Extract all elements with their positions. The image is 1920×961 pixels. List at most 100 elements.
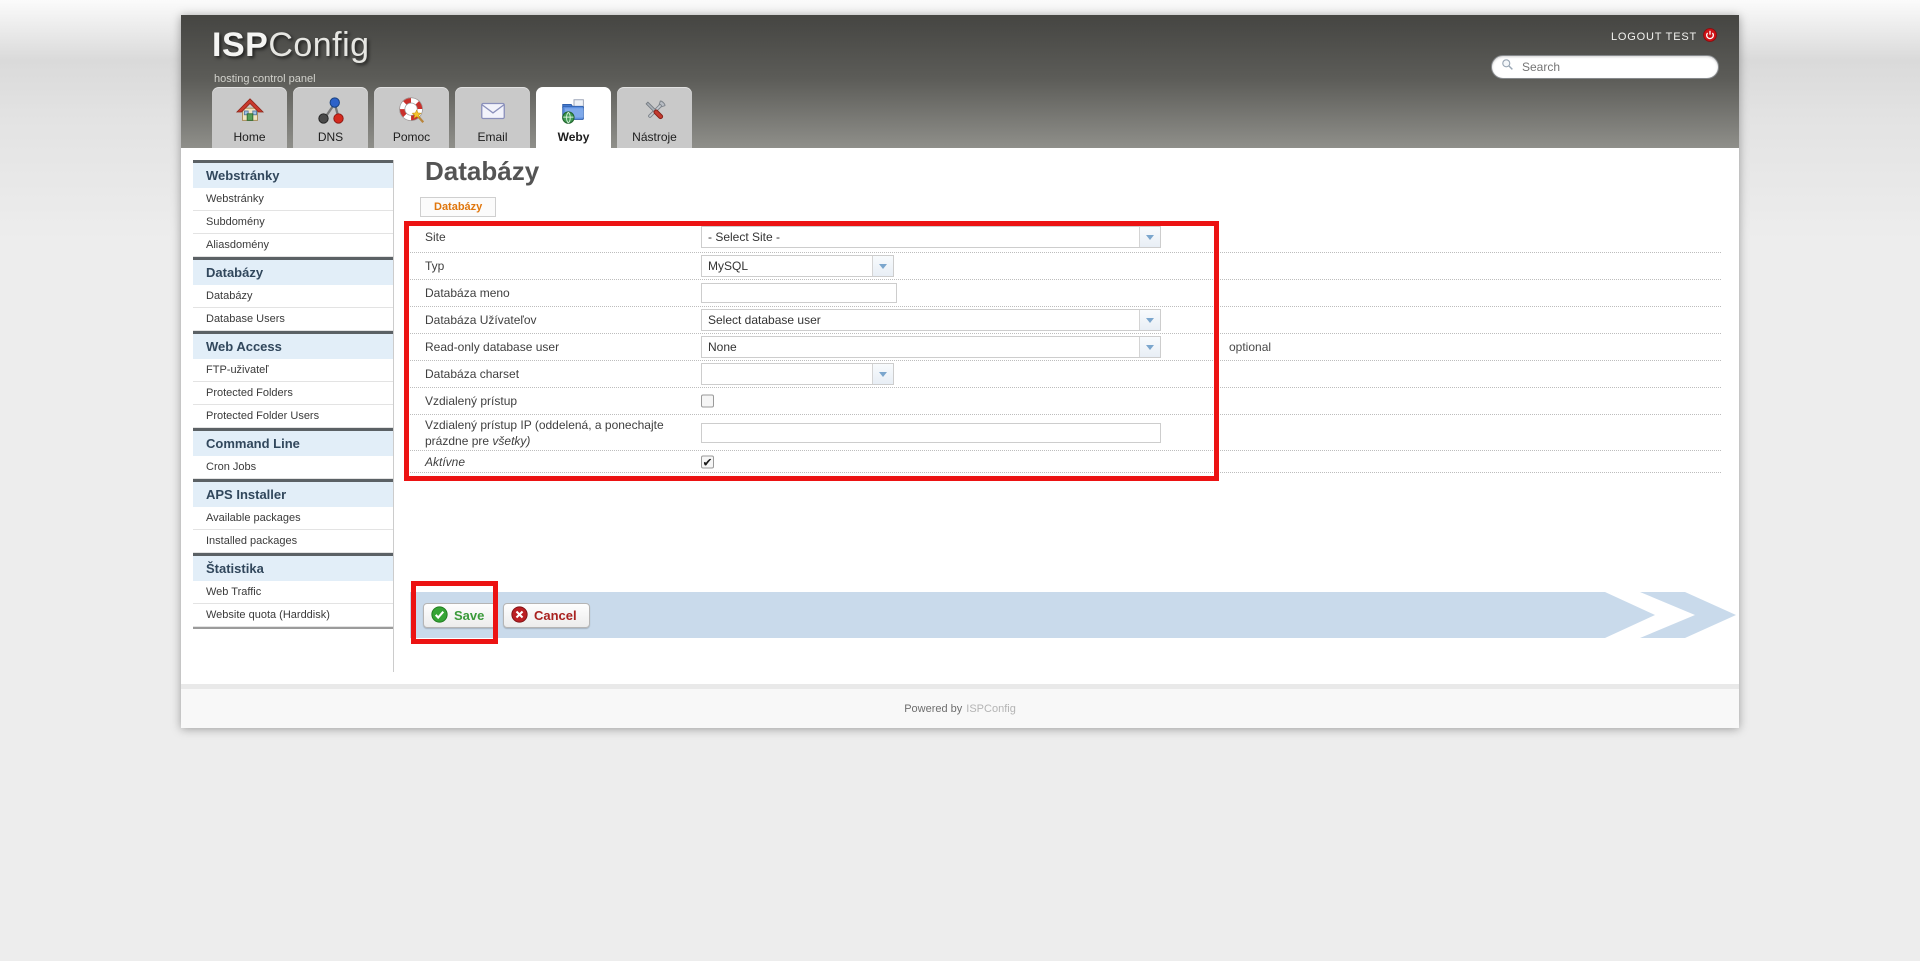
page-title: Databázy — [425, 156, 539, 187]
content-area: WebstránkyWebstránkySubdoményAliasdomény… — [181, 148, 1739, 684]
app-logo: ISPConfig — [212, 26, 370, 65]
main-tab-bar: Home DNS Pomoc Email Weby Nástroje — [212, 87, 692, 148]
field-label: Databáza Užívateľov — [425, 312, 693, 328]
select-value: - Select Site - — [702, 227, 1139, 247]
select-value — [702, 364, 872, 384]
sidebar-item-web-traffic[interactable]: Web Traffic — [193, 581, 393, 604]
sidebar-section-webstr-nky: Webstránky — [193, 160, 393, 188]
datab-za-charset-select[interactable] — [701, 363, 894, 385]
search-icon — [1501, 58, 1514, 76]
tab-email[interactable]: Email — [455, 87, 530, 148]
sidebar-item-datab-zy[interactable]: Databázy — [193, 285, 393, 308]
form-row-datab-za: Databáza meno — [410, 280, 1721, 307]
sidebar-item-webstr-nky[interactable]: Webstránky — [193, 188, 393, 211]
vzdialen-pr-stup-checkbox[interactable] — [701, 395, 714, 408]
save-button[interactable]: Save — [423, 603, 497, 628]
field-label: Databáza meno — [425, 285, 693, 301]
tab-label: DNS — [318, 130, 343, 144]
chevron-down-icon — [1139, 227, 1160, 247]
tab-dns[interactable]: DNS — [293, 87, 368, 148]
footer-brand: ISPConfig — [966, 703, 1016, 715]
sidebar-item-database-users[interactable]: Database Users — [193, 308, 393, 331]
app-tagline: hosting control panel — [214, 73, 316, 85]
logout-button[interactable]: LOGOUT TEST — [1611, 28, 1717, 45]
sidebar-item-cron-jobs[interactable]: Cron Jobs — [193, 456, 393, 479]
tab-label: Pomoc — [393, 130, 430, 144]
select-value: None — [702, 337, 1139, 357]
typ-select[interactable]: MySQL — [701, 255, 894, 277]
database-form: Site - Select Site - Typ MySQL Databáza meno… — [410, 222, 1721, 473]
field-label: Aktívne — [425, 453, 693, 469]
cancel-x-icon — [511, 606, 528, 626]
search-box — [1491, 55, 1719, 79]
cancel-label: Cancel — [534, 608, 577, 623]
button-band — [410, 592, 1655, 638]
vzdialen-pr-stup-ip-oddelen-a-ponechajte-pr-zdne-pre-input[interactable] — [701, 423, 1161, 443]
cancel-button[interactable]: Cancel — [503, 603, 590, 628]
web-icon — [559, 93, 589, 129]
datab-za-u-vate-ov-select[interactable]: Select database user — [701, 309, 1161, 331]
read-only-database-user-select[interactable]: None — [701, 336, 1161, 358]
power-icon — [1703, 28, 1717, 45]
sidebar-item-protected-folders[interactable]: Protected Folders — [193, 382, 393, 405]
tab-weby[interactable]: Weby — [536, 87, 611, 148]
sidebar-section-web-access: Web Access — [193, 331, 393, 359]
sidebar-item-subdom-ny[interactable]: Subdomény — [193, 211, 393, 234]
form-row-akt-vne: Aktívne ✔ — [410, 451, 1721, 473]
form-row-vzdialen: Vzdialený prístup IP (oddelená, a ponech… — [410, 415, 1721, 451]
datab-za-meno-input[interactable] — [701, 283, 897, 303]
select-value: Select database user — [702, 310, 1139, 330]
tab-home[interactable]: Home — [212, 87, 287, 148]
sidebar-item-website-quota-harddisk[interactable]: Website quota (Harddisk) — [193, 604, 393, 627]
sidebar-item-ftp-u-ivate[interactable]: FTP-uživateľ — [193, 359, 393, 382]
tab-n-stroje[interactable]: Nástroje — [617, 87, 692, 148]
sidebar-section-datab-zy: Databázy — [193, 257, 393, 285]
help-icon — [397, 93, 427, 129]
tab-pomoc[interactable]: Pomoc — [374, 87, 449, 148]
field-label: Databáza charset — [425, 366, 693, 382]
form-row-datab-za: Databáza charset — [410, 361, 1721, 388]
chevron-down-icon — [872, 256, 893, 276]
sidebar-section-tatistika: Štatistika — [193, 553, 393, 581]
form-row-vzdialen: Vzdialený prístup — [410, 388, 1721, 415]
powered-by-label: Powered by — [904, 703, 962, 715]
email-icon — [478, 93, 508, 129]
tab-label: Weby — [558, 130, 590, 144]
sidebar-item-protected-folder-users[interactable]: Protected Folder Users — [193, 405, 393, 428]
save-check-icon — [431, 606, 448, 626]
chevron-down-icon — [872, 364, 893, 384]
save-label: Save — [454, 608, 484, 623]
form-row-datab-za: Databáza Užívateľov Select database user — [410, 307, 1721, 334]
app-footer: Powered by ISPConfig — [181, 684, 1739, 728]
tab-databazy[interactable]: Databázy — [420, 197, 496, 217]
sidebar-section-command-line: Command Line — [193, 428, 393, 456]
search-input[interactable] — [1520, 59, 1709, 75]
field-label: Read-only database user — [425, 339, 693, 355]
sidebar-section-aps-installer: APS Installer — [193, 479, 393, 507]
sidebar-divider — [393, 160, 394, 672]
home-icon — [235, 93, 265, 129]
sidebar: WebstránkyWebstránkySubdoményAliasdomény… — [193, 160, 393, 629]
form-row-typ: Typ MySQL — [410, 253, 1721, 280]
chevron-down-icon — [1139, 310, 1160, 330]
field-label: Vzdialený prístup IP (oddelená, a ponech… — [425, 416, 693, 448]
chevron-down-icon — [1139, 337, 1160, 357]
app-header: ISPConfig hosting control panel LOGOUT T… — [181, 15, 1739, 148]
akt-vne-checkbox[interactable]: ✔ — [701, 455, 714, 468]
field-label: Vzdialený prístup — [425, 393, 693, 409]
optional-note: optional — [1229, 340, 1271, 354]
tab-label: Email — [477, 130, 507, 144]
logo-bold: ISP — [212, 26, 268, 64]
site-select[interactable]: - Select Site - — [701, 226, 1161, 248]
tab-label: Home — [233, 130, 265, 144]
field-label: Typ — [425, 258, 693, 274]
sidebar-item-available-packages[interactable]: Available packages — [193, 507, 393, 530]
tab-label: Nástroje — [632, 130, 677, 144]
tools-icon — [640, 93, 670, 129]
app-window: ISPConfig hosting control panel LOGOUT T… — [181, 15, 1739, 728]
field-label: Site — [425, 229, 693, 245]
sidebar-item-aliasdom-ny[interactable]: Aliasdomény — [193, 234, 393, 257]
sidebar-item-installed-packages[interactable]: Installed packages — [193, 530, 393, 553]
logout-label: LOGOUT TEST — [1611, 31, 1697, 43]
logo-rest: Config — [268, 26, 369, 64]
